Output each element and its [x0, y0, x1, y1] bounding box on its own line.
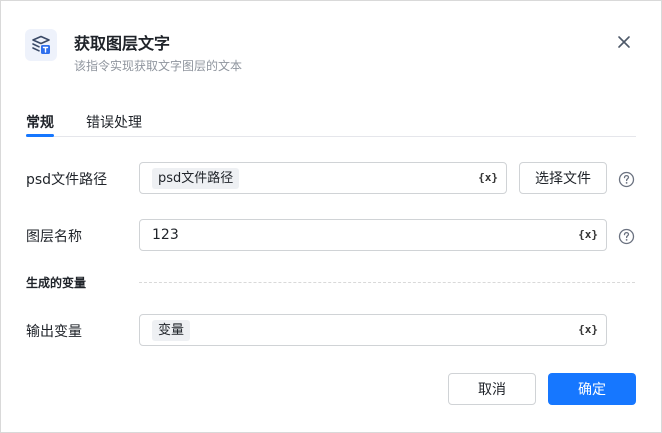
layer-name-variable-button[interactable]: {x}	[578, 228, 598, 241]
layer-text-icon	[25, 29, 57, 61]
psd-path-label: psd文件路径	[26, 172, 108, 188]
tab-error-handling[interactable]: 错误处理	[86, 112, 142, 132]
output-variable-chip[interactable]: 变量	[152, 320, 191, 341]
layer-name-value: 123	[152, 227, 179, 243]
output-variable-input[interactable]: 变量 {x}	[139, 314, 607, 346]
section-divider	[139, 282, 635, 283]
output-variable-button[interactable]: {x}	[578, 323, 598, 336]
close-button[interactable]	[613, 31, 635, 53]
tab-general[interactable]: 常规	[26, 112, 54, 132]
dialog-subtitle: 该指令实现获取文字图层的文本	[74, 59, 243, 73]
cancel-button[interactable]: 取消	[448, 373, 536, 405]
layer-name-input[interactable]: 123 {x}	[139, 219, 607, 251]
select-file-button[interactable]: 选择文件	[519, 162, 607, 194]
confirm-button[interactable]: 确定	[548, 373, 636, 405]
help-icon[interactable]	[618, 171, 635, 188]
psd-path-variable-chip[interactable]: psd文件路径	[152, 168, 240, 189]
tab-bar: 常规 错误处理	[26, 105, 636, 137]
psd-path-variable-button[interactable]: {x}	[478, 171, 498, 184]
layer-name-label: 图层名称	[26, 229, 82, 245]
help-icon[interactable]	[618, 228, 635, 245]
psd-path-input[interactable]: psd文件路径 {x}	[139, 162, 507, 194]
active-tab-indicator	[26, 134, 54, 137]
section-generated-variables: 生成的变量	[26, 276, 87, 290]
dialog-title: 获取图层文字	[74, 34, 171, 53]
dialog: 获取图层文字 该指令实现获取文字图层的文本 常规 错误处理 psd文件路径 ps…	[0, 0, 662, 433]
close-icon	[618, 36, 630, 48]
output-variable-label: 输出变量	[26, 324, 82, 340]
